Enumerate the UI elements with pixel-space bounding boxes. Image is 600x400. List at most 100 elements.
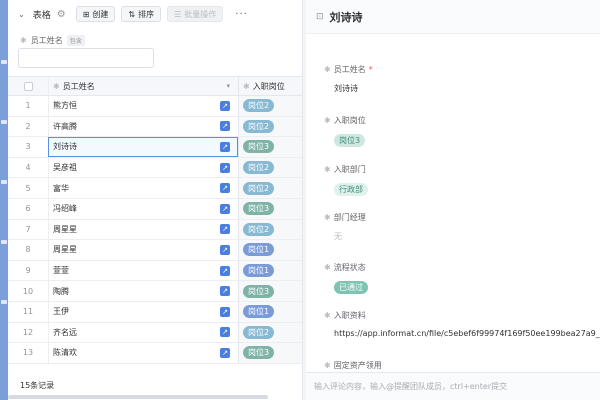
field-label: 部门经理 bbox=[333, 213, 366, 222]
name-cell-text: 许高腾 bbox=[53, 121, 77, 131]
asterisk-icon: ✱ bbox=[324, 213, 331, 222]
name-cell[interactable]: 吴彦祖 ↗ bbox=[48, 157, 238, 178]
field-value[interactable]: 无 bbox=[334, 231, 366, 242]
name-cell[interactable]: 刘诗诗 ↗ bbox=[48, 137, 238, 157]
name-cell[interactable]: 陈清欢 ↗ bbox=[48, 343, 238, 363]
table-row[interactable]: 3 刘诗诗 ↗ 岗位3 bbox=[8, 137, 302, 158]
position-cell[interactable]: 岗位3 bbox=[238, 198, 302, 219]
comment-input[interactable]: 输入评论内容，输入@提醒团队成员，ctrl+enter提交 bbox=[306, 372, 600, 400]
position-tag: 岗位2 bbox=[243, 181, 275, 195]
chevron-down-icon[interactable]: ⌄ bbox=[18, 10, 25, 19]
table-row[interactable]: 6 冯绍峰 ↗ 岗位3 bbox=[8, 198, 302, 220]
table-row[interactable]: 11 王伊 ↗ 岗位1 bbox=[8, 301, 302, 323]
name-cell-text: 陈清欢 bbox=[53, 348, 77, 358]
name-cell[interactable]: 王伊 ↗ bbox=[48, 301, 238, 322]
row-number: 9 bbox=[25, 266, 31, 276]
field-employee-name: ✱ 员工姓名 * 刘诗诗 bbox=[324, 64, 373, 94]
position-cell[interactable]: 岗位2 bbox=[238, 178, 302, 198]
open-record-icon[interactable]: ↗ bbox=[220, 244, 230, 255]
position-cell[interactable]: 岗位3 bbox=[238, 137, 302, 157]
field-label: 流程状态 bbox=[333, 263, 366, 272]
position-cell[interactable]: 岗位1 bbox=[238, 240, 302, 260]
batch-operation-button[interactable]: ☰ 批量操作 bbox=[167, 6, 224, 22]
position-tag: 岗位1 bbox=[243, 243, 275, 257]
name-cell[interactable]: 熊方恒 ↗ bbox=[48, 96, 238, 116]
position-cell[interactable]: 岗位2 bbox=[238, 116, 302, 137]
table-row[interactable]: 9 萱萱 ↗ 岗位1 bbox=[8, 260, 302, 282]
filter-input[interactable] bbox=[18, 48, 154, 68]
position-cell[interactable]: 岗位2 bbox=[238, 219, 302, 240]
open-record-icon[interactable]: ↗ bbox=[220, 100, 230, 111]
record-count: 15条记录 bbox=[20, 381, 55, 390]
table-row[interactable]: 1 熊方恒 ↗ 岗位2 bbox=[8, 96, 302, 117]
open-record-icon[interactable]: ↗ bbox=[220, 203, 230, 214]
filter-field-label: ✱ 员工姓名 包含 bbox=[20, 35, 85, 46]
select-all-checkbox[interactable] bbox=[23, 81, 33, 91]
name-cell[interactable]: 周星星 ↗ bbox=[48, 219, 238, 240]
filter-operator-tag[interactable]: 包含 bbox=[66, 35, 85, 46]
column-header-position[interactable]: ✱ 入职岗位 bbox=[238, 77, 302, 95]
table-row[interactable]: 2 许高腾 ↗ 岗位2 bbox=[8, 116, 302, 138]
gear-icon[interactable]: ⚙ bbox=[57, 9, 66, 20]
name-cell-text: 熊方恒 bbox=[53, 101, 77, 111]
horizontal-scrollbar[interactable] bbox=[8, 395, 268, 399]
field-manager: ✱ 部门经理 无 bbox=[324, 212, 366, 242]
open-record-icon[interactable]: ↗ bbox=[220, 265, 230, 276]
open-record-icon[interactable]: ↗ bbox=[220, 347, 230, 358]
name-cell[interactable]: 陶腾 ↗ bbox=[48, 281, 238, 301]
asterisk-icon: ✱ bbox=[324, 311, 331, 320]
open-record-icon[interactable]: ↗ bbox=[220, 327, 230, 338]
name-cell-text: 陶腾 bbox=[53, 286, 69, 296]
position-cell[interactable]: 岗位3 bbox=[238, 343, 302, 363]
table-row[interactable]: 12 齐名远 ↗ 岗位2 bbox=[8, 322, 302, 344]
name-cell[interactable]: 周星星 ↗ bbox=[48, 240, 238, 260]
position-tag: 岗位2 bbox=[243, 119, 275, 133]
position-tag[interactable]: 岗位3 bbox=[334, 134, 366, 147]
document-link[interactable]: https://app.informat.cn/file/c5ebef6f999… bbox=[334, 329, 600, 338]
position-tag: 岗位3 bbox=[243, 284, 275, 298]
row-number: 10 bbox=[22, 286, 34, 296]
open-record-icon[interactable]: ↗ bbox=[220, 306, 230, 317]
row-number: 3 bbox=[25, 142, 31, 152]
name-cell[interactable]: 齐名远 ↗ bbox=[48, 322, 238, 343]
open-record-icon[interactable]: ↗ bbox=[220, 162, 230, 173]
position-cell[interactable]: 岗位2 bbox=[238, 96, 302, 116]
name-cell[interactable]: 许高腾 ↗ bbox=[48, 116, 238, 137]
caret-down-icon[interactable]: ▾ bbox=[226, 82, 230, 90]
table-row[interactable]: 4 吴彦祖 ↗ 岗位2 bbox=[8, 157, 302, 179]
name-cell[interactable]: 冯绍峰 ↗ bbox=[48, 198, 238, 219]
status-badge[interactable]: 已通过 bbox=[334, 281, 368, 294]
position-cell[interactable]: 岗位3 bbox=[238, 281, 302, 301]
sidebar-marker bbox=[1, 120, 7, 124]
batch-button-label: 批量操作 bbox=[184, 9, 217, 19]
name-cell[interactable]: 萱萱 ↗ bbox=[48, 260, 238, 281]
detail-panel: ⊡ 刘诗诗 ✱ 员工姓名 * 刘诗诗 ✱ 入职岗位 岗位3 ✱ 入职部门 行政部 ✱ 部门… bbox=[306, 0, 600, 400]
position-cell[interactable]: 岗位2 bbox=[238, 322, 302, 343]
position-cell[interactable]: 岗位2 bbox=[238, 157, 302, 178]
position-cell[interactable]: 岗位1 bbox=[238, 260, 302, 281]
open-record-icon[interactable]: ↗ bbox=[220, 183, 230, 194]
sidebar-marker bbox=[1, 60, 7, 64]
column-header-name[interactable]: ✱ 员工姓名 ▾ bbox=[48, 77, 238, 95]
table-row[interactable]: 13 陈清欢 ↗ 岗位3 bbox=[8, 343, 302, 364]
open-record-icon[interactable]: ↗ bbox=[220, 121, 230, 132]
field-value[interactable]: 刘诗诗 bbox=[334, 83, 373, 94]
open-record-icon[interactable]: ↗ bbox=[220, 286, 230, 297]
table-row[interactable]: 8 周星星 ↗ 岗位1 bbox=[8, 240, 302, 261]
data-table: ✱ 员工姓名 ▾ ✱ 入职岗位 1 熊方恒 ↗ 岗位2 2 许高腾 ↗ 岗位2 3 刘诗诗 ↗ 岗位3… bbox=[8, 76, 302, 364]
department-tag[interactable]: 行政部 bbox=[334, 183, 368, 196]
position-cell[interactable]: 岗位1 bbox=[238, 301, 302, 322]
app-sidebar-strip bbox=[0, 0, 8, 400]
asterisk-icon: ✱ bbox=[324, 263, 331, 272]
field-department: ✱ 入职部门 行政部 bbox=[324, 164, 368, 196]
table-row[interactable]: 7 周星星 ↗ 岗位2 bbox=[8, 219, 302, 241]
open-record-icon[interactable]: ↗ bbox=[220, 224, 230, 235]
more-icon[interactable]: ··· bbox=[235, 9, 248, 20]
open-record-icon[interactable]: ↗ bbox=[220, 141, 230, 152]
table-row[interactable]: 5 富华 ↗ 岗位2 bbox=[8, 178, 302, 199]
sort-button[interactable]: ⇅ 排序 bbox=[121, 6, 162, 22]
table-row[interactable]: 10 陶腾 ↗ 岗位3 bbox=[8, 281, 302, 302]
header-checkbox-cell bbox=[8, 77, 48, 95]
name-cell[interactable]: 富华 ↗ bbox=[48, 178, 238, 198]
create-button[interactable]: ⊞ 创建 bbox=[75, 6, 116, 22]
